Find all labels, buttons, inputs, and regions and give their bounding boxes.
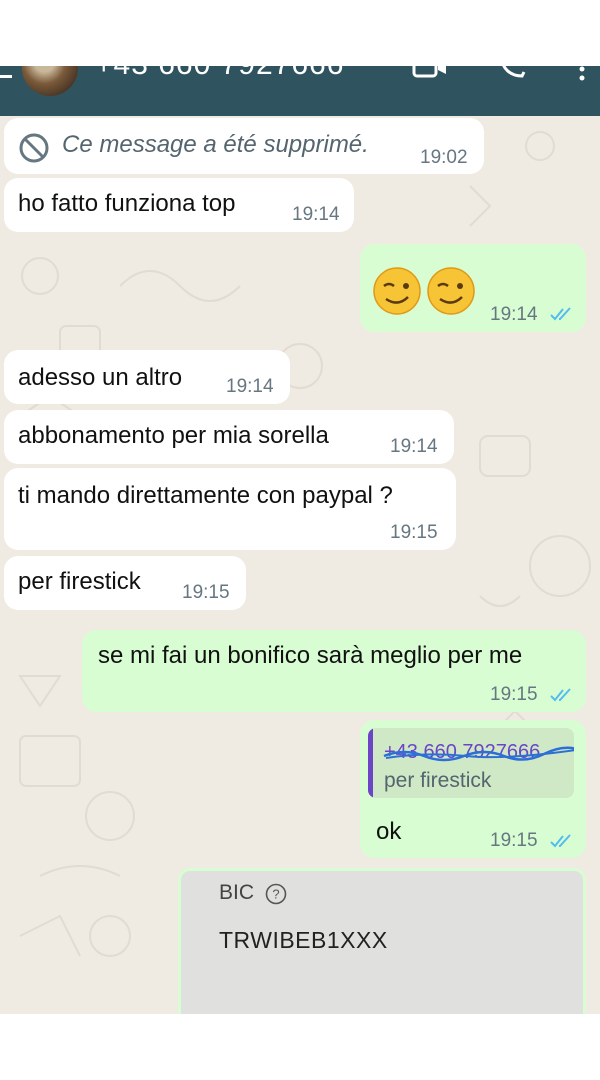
message-text: ho fatto funziona top [18,190,236,217]
read-receipt-icon [550,688,571,702]
back-arrow-icon[interactable] [0,66,12,78]
message-incoming[interactable]: ti mando direttamente con paypal ? 19:15 [4,468,456,550]
message-time: 19:14 [226,376,274,397]
message-time: 19:14 [490,304,538,325]
winking-emoji-icon [373,267,475,315]
chat-screen: +43 660 7927666 [0,0,600,1080]
message-text: abbonamento per mia sorella [18,422,329,449]
message-text: Ce message a été supprimé. [62,131,369,158]
message-incoming[interactable]: ho fatto funziona top 19:14 [4,178,354,232]
message-time: 19:15 [182,582,230,603]
contact-name[interactable]: +43 660 7927666 [95,66,344,82]
message-incoming[interactable]: adesso un altro 19:14 [4,350,290,404]
help-icon: ? [265,883,287,905]
bic-value: TRWIBEB1XXX [219,927,388,953]
read-receipt-icon [550,307,571,321]
message-time: 19:14 [292,204,340,225]
deleted-icon [19,133,49,163]
voice-call-icon[interactable] [498,66,528,80]
avatar[interactable] [22,66,78,96]
message-outgoing-reply[interactable]: +43 660 7927666 per firestick ok 19:15 [360,720,586,858]
image-message[interactable]: BIC ? TRWIBEB1XXX [178,868,586,1014]
message-text: ti mando direttamente con paypal ? [18,482,393,509]
quote-text: per firestick [384,769,492,792]
message-text: adesso un altro [18,364,183,391]
message-deleted[interactable]: Ce message a été supprimé. 19:02 [4,118,484,174]
message-time: 19:14 [390,436,438,457]
message-outgoing[interactable]: 19:14 [360,244,586,332]
message-outgoing[interactable]: se mi fai un bonifico sarà meglio per me… [82,630,586,712]
message-text: se mi fai un bonifico sarà meglio per me [98,642,523,669]
video-call-icon[interactable] [412,66,448,80]
message-text: per firestick [18,568,141,595]
quoted-message[interactable]: +43 660 7927666 per firestick [368,728,574,798]
message-text: ok [376,818,402,845]
message-time: 19:15 [490,830,538,851]
quote-bar [368,728,373,798]
message-incoming[interactable]: per firestick 19:15 [4,556,246,610]
scribble-mark [383,746,574,762]
more-menu-icon[interactable] [578,66,586,86]
message-incoming[interactable]: abbonamento per mia sorella 19:14 [4,410,454,464]
message-time: 19:15 [490,684,538,705]
message-time: 19:02 [420,147,468,168]
read-receipt-icon [550,834,571,848]
bottom-blank [0,1014,600,1080]
chat-header: +43 660 7927666 [0,66,600,116]
bic-label: BIC [219,881,255,904]
message-time: 19:15 [390,522,438,543]
svg-text:?: ? [272,887,279,902]
chat-area[interactable]: Ce message a été supprimé. 19:02 ho fatt… [0,116,600,1014]
